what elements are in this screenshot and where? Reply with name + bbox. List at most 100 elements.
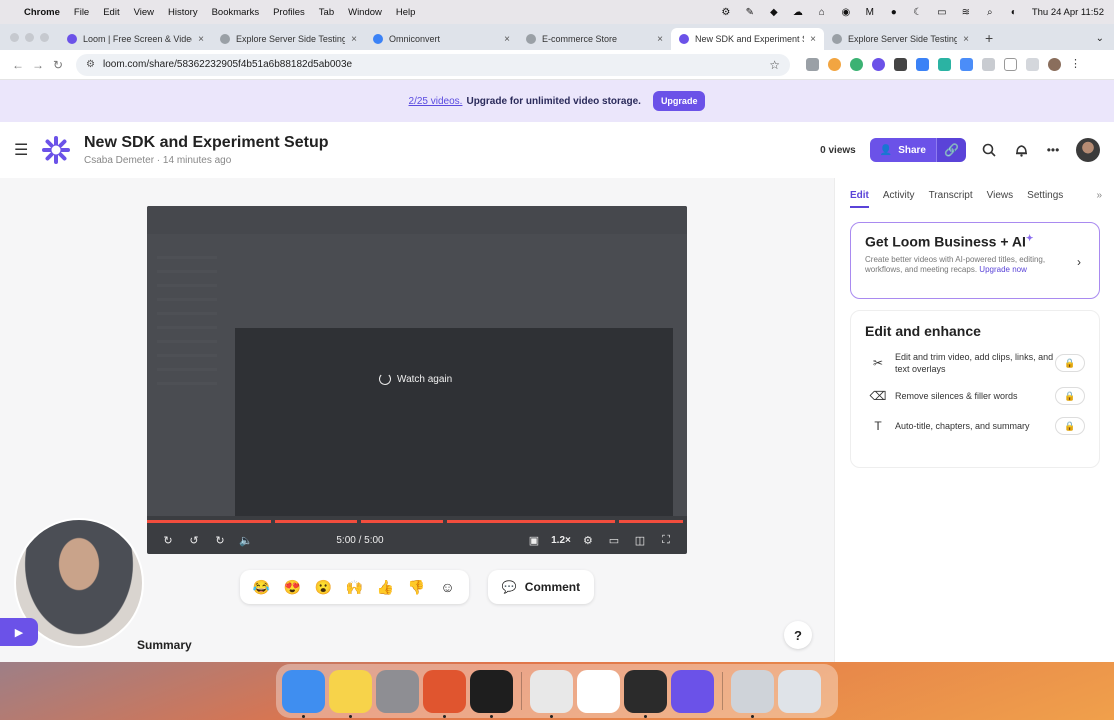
- dock-chrome-icon[interactable]: [530, 669, 573, 718]
- extension-icon[interactable]: [872, 58, 885, 71]
- close-tab-icon[interactable]: ×: [810, 34, 816, 45]
- replay-icon[interactable]: ↻: [155, 534, 181, 547]
- tab-transcript[interactable]: Transcript: [929, 190, 973, 208]
- extension-icon[interactable]: [938, 58, 951, 71]
- dock-firefox-icon[interactable]: [423, 669, 466, 718]
- tab-activity[interactable]: Activity: [883, 190, 915, 208]
- reaction-heart-eyes[interactable]: 😍: [277, 579, 308, 596]
- copy-link-button[interactable]: 🔗: [936, 138, 966, 162]
- tab-edit[interactable]: Edit: [850, 190, 869, 208]
- control-center-icon[interactable]: ◐: [1008, 6, 1020, 18]
- browser-tab[interactable]: Loom | Free Screen & Video R ×: [59, 28, 212, 50]
- menu-bookmarks[interactable]: Bookmarks: [212, 7, 260, 18]
- extension-icon[interactable]: [1026, 58, 1039, 71]
- search-icon[interactable]: ⌕: [984, 6, 996, 18]
- site-info-icon[interactable]: ⚙: [86, 59, 95, 70]
- feature-trim[interactable]: ✂ Edit and trim video, add clips, links,…: [865, 351, 1085, 375]
- avatar[interactable]: [1076, 138, 1100, 162]
- more-options-icon[interactable]: •••: [1044, 141, 1062, 159]
- close-tab-icon[interactable]: ×: [657, 34, 663, 45]
- zoom-window-button[interactable]: [40, 33, 49, 42]
- extension-icon[interactable]: [894, 58, 907, 71]
- search-icon[interactable]: [980, 141, 998, 159]
- forward-button[interactable]: →: [28, 58, 48, 72]
- forward-icon[interactable]: ↻: [207, 534, 233, 547]
- menu-app-name[interactable]: Chrome: [24, 7, 60, 18]
- menu-window[interactable]: Window: [348, 7, 382, 18]
- collapse-panel-icon[interactable]: »: [1096, 190, 1102, 208]
- close-tab-icon[interactable]: ×: [198, 34, 204, 45]
- volume-icon[interactable]: 🔈: [233, 534, 259, 547]
- status-circle-icon[interactable]: ●: [888, 6, 900, 18]
- dock-finder-icon[interactable]: [282, 669, 325, 718]
- watch-again-button[interactable]: Watch again: [379, 373, 452, 385]
- battery-icon[interactable]: ▭: [936, 6, 948, 18]
- ai-upgrade-card[interactable]: Get Loom Business + AI✦ Create better vi…: [850, 222, 1100, 299]
- browser-tab[interactable]: E-commerce Store ×: [518, 28, 671, 50]
- download-icon[interactable]: [1004, 58, 1017, 71]
- close-tab-icon[interactable]: ×: [504, 34, 510, 45]
- status-box-icon[interactable]: ◆: [768, 6, 780, 18]
- bell-icon[interactable]: [1012, 141, 1030, 159]
- menu-profiles[interactable]: Profiles: [273, 7, 305, 18]
- status-moon-icon[interactable]: ☾: [912, 6, 924, 18]
- progress-bar[interactable]: [147, 520, 687, 523]
- browser-tab[interactable]: Explore Server Side Testing S ×: [212, 28, 365, 50]
- status-lock-icon[interactable]: ⌂: [816, 6, 828, 18]
- menu-history[interactable]: History: [168, 7, 198, 18]
- settings-icon[interactable]: ⚙: [575, 534, 601, 547]
- video-player[interactable]: Watch again ↻ ↺ ↻ 🔈 5:00 / 5:00 ▣ 1.2× ⚙…: [147, 206, 687, 554]
- author-name[interactable]: Csaba Demeter: [84, 155, 154, 166]
- reaction-thumbs-down[interactable]: 👎: [401, 579, 432, 596]
- dock-loom-icon[interactable]: [671, 669, 714, 713]
- rewind-icon[interactable]: ↺: [181, 534, 207, 547]
- extensions-puzzle-icon[interactable]: [960, 58, 973, 71]
- playback-speed[interactable]: 1.2×: [547, 535, 575, 546]
- new-tab-button[interactable]: +: [985, 30, 993, 46]
- menu-tab[interactable]: Tab: [319, 7, 334, 18]
- upgrade-button[interactable]: Upgrade: [652, 91, 706, 111]
- feature-remove-silences[interactable]: ⌫ Remove silences & filler words 🔒: [865, 387, 1085, 406]
- upgrade-now-link[interactable]: Upgrade now: [979, 265, 1027, 274]
- reaction-thumbs-up[interactable]: 👍: [370, 579, 401, 596]
- status-m-icon[interactable]: M: [864, 6, 876, 18]
- lock-icon[interactable]: 🔒: [1055, 354, 1085, 373]
- tab-views[interactable]: Views: [987, 190, 1014, 208]
- extension-icon[interactable]: [850, 58, 863, 71]
- add-reaction-icon[interactable]: ☺: [432, 579, 463, 595]
- share-button[interactable]: 👤 Share: [869, 138, 936, 162]
- minimize-window-button[interactable]: [25, 33, 34, 42]
- profile-avatar[interactable]: [1048, 58, 1061, 71]
- close-tab-icon[interactable]: ×: [351, 34, 357, 45]
- comment-button[interactable]: 💬 Comment: [488, 570, 594, 604]
- record-video-button[interactable]: ▶: [0, 618, 38, 646]
- extension-icon[interactable]: [982, 58, 995, 71]
- menu-view[interactable]: View: [134, 7, 154, 18]
- bookmark-star-icon[interactable]: ☆: [769, 58, 780, 72]
- fullscreen-icon[interactable]: ⛶: [653, 534, 679, 547]
- video-title[interactable]: New SDK and Experiment Setup: [84, 134, 329, 152]
- video-count-link[interactable]: 2/25 videos.: [409, 96, 463, 107]
- status-pen-icon[interactable]: ✎: [744, 6, 756, 18]
- wifi-icon[interactable]: ≋: [960, 6, 972, 18]
- menu-icon[interactable]: ☰: [14, 140, 38, 160]
- captions-icon[interactable]: ▣: [521, 534, 547, 547]
- lock-icon[interactable]: 🔒: [1055, 387, 1085, 406]
- reload-button[interactable]: ↻: [48, 58, 68, 72]
- reaction-surprised[interactable]: 😮: [308, 579, 339, 596]
- tab-search-icon[interactable]: ⌄: [1096, 33, 1104, 44]
- address-bar[interactable]: ⚙ loom.com/share/58362232905f4b51a6b8818…: [76, 53, 790, 76]
- dock-app-icon[interactable]: [624, 669, 667, 718]
- status-settings-icon[interactable]: ⚙: [720, 6, 732, 18]
- menu-help[interactable]: Help: [396, 7, 416, 18]
- lock-icon[interactable]: 🔒: [1055, 417, 1085, 436]
- dock-preview-icon[interactable]: [731, 669, 774, 718]
- menu-edit[interactable]: Edit: [103, 7, 119, 18]
- menubar-clock[interactable]: Thu 24 Apr 11:52: [1032, 7, 1104, 18]
- feature-auto-title[interactable]: T Auto-title, chapters, and summary 🔒: [865, 417, 1085, 436]
- help-button[interactable]: ?: [784, 621, 812, 649]
- browser-tab[interactable]: New SDK and Experiment Set ×: [671, 28, 824, 50]
- extension-icon[interactable]: [828, 58, 841, 71]
- dock-system-settings-icon[interactable]: [376, 669, 419, 713]
- dock-slack-icon[interactable]: [577, 669, 620, 713]
